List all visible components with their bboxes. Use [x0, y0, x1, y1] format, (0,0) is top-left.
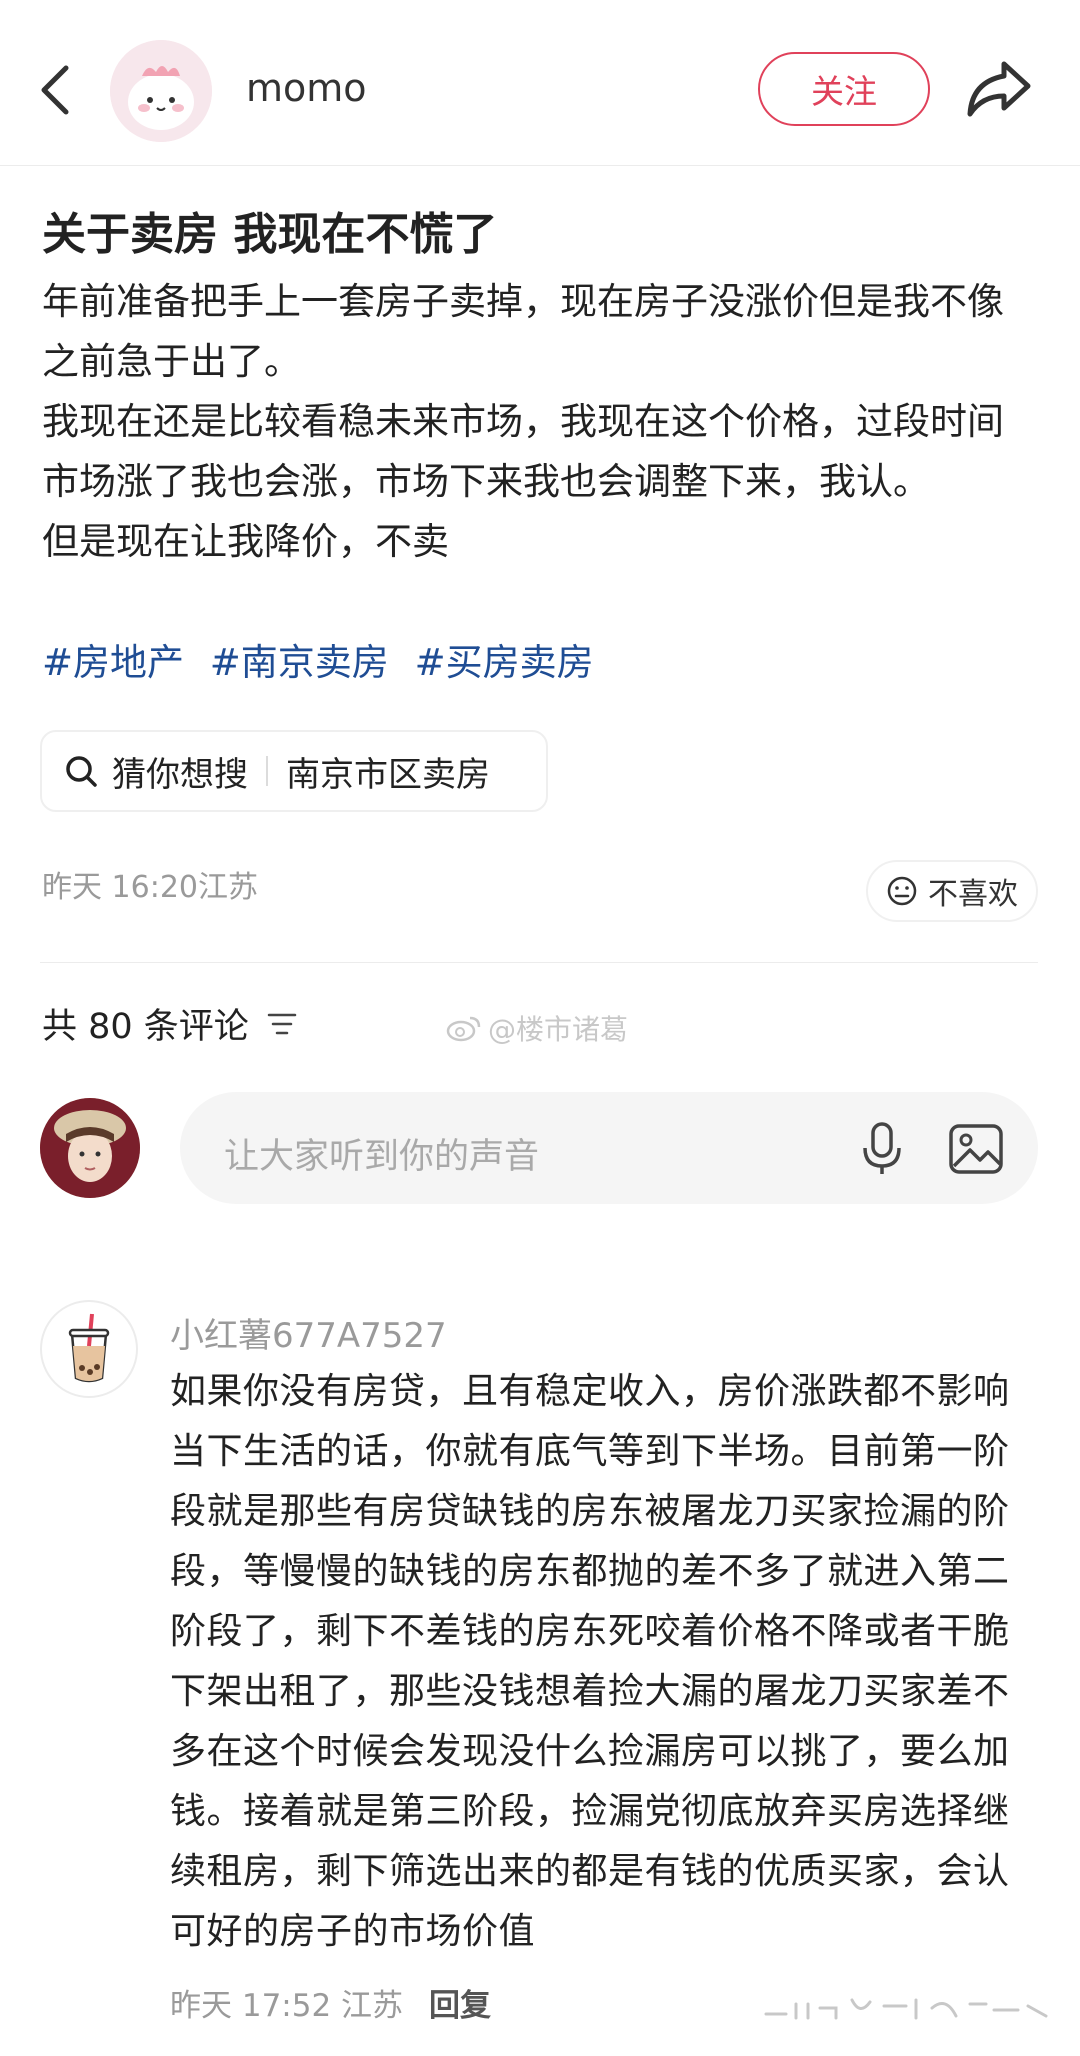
- comment-text: 如果你没有房贷，且有稳定收入，房价涨跌都不影响当下生活的话，你就有底气等到下半场…: [170, 1371, 1010, 1952]
- back-button[interactable]: [36, 62, 76, 118]
- comment-input[interactable]: 让大家听到你的声音: [180, 1092, 1038, 1204]
- watermark: @楼市诸葛: [446, 1008, 628, 1048]
- suggested-search[interactable]: 猜你想搜 南京市区卖房: [40, 730, 548, 812]
- suggest-label: 猜你想搜: [112, 754, 248, 795]
- weibo-icon: [446, 1016, 481, 1042]
- comment-time: 昨天 17:52 江苏: [170, 1988, 404, 2024]
- dislike-button[interactable]: 不喜欢: [866, 860, 1038, 922]
- commenter-username[interactable]: 小红薯677A7527: [170, 1308, 447, 1357]
- neutral-face-icon: [887, 876, 917, 906]
- comment-count-label: 共 80 条评论: [42, 1007, 249, 1047]
- post-paragraph: 但是现在让我降价，不卖: [42, 520, 449, 563]
- author-avatar[interactable]: [110, 40, 212, 142]
- current-user-avatar-image: [40, 1098, 140, 1198]
- dislike-label: 不喜欢: [928, 877, 1018, 912]
- post-timestamp-location: 昨天 16:20江苏: [42, 870, 258, 905]
- share-button[interactable]: [964, 56, 1034, 122]
- author-name[interactable]: momo: [246, 66, 367, 110]
- post-paragraph: 年前准备把手上一套房子卖掉，现在房子没涨价但是我不像之前急于出了。: [42, 280, 1004, 383]
- microphone-icon[interactable]: [856, 1120, 908, 1178]
- bubble-tea-avatar-image: [68, 1313, 110, 1383]
- sort-filter-icon[interactable]: [267, 1011, 297, 1037]
- image-icon[interactable]: [946, 1120, 1006, 1178]
- suggest-divider: [266, 756, 268, 786]
- comment-meta: 昨天 17:52 江苏 回复: [170, 1980, 491, 2025]
- reply-button[interactable]: 回复: [429, 1980, 491, 2025]
- follow-button[interactable]: 关注: [758, 52, 930, 126]
- top-bar: momo 关注: [0, 0, 1080, 166]
- share-arrow-icon: [967, 61, 1031, 117]
- chevron-left-icon: [41, 65, 69, 115]
- current-user-avatar[interactable]: [40, 1098, 140, 1198]
- author-avatar-image: [110, 40, 212, 142]
- suggest-query: 南京市区卖房: [286, 754, 490, 795]
- post-tags: #房地产 #南京卖房 #买房卖房: [42, 632, 608, 686]
- post-body: 年前准备把手上一套房子卖掉，现在房子没涨价但是我不像之前急于出了。 我现在还是比…: [42, 272, 1022, 572]
- commenter-avatar[interactable]: [40, 1300, 138, 1398]
- comment-input-placeholder: 让大家听到你的声音: [224, 1137, 540, 1177]
- post-detail-page: momo 关注 关于卖房 我现在不慌了 年前准备把手上一套房子卖掉，现在房子没涨…: [0, 0, 1080, 2056]
- comment-count: 共 80 条评论: [42, 998, 297, 1049]
- divider: [40, 962, 1038, 963]
- watermark-scribble: [764, 1998, 1048, 2020]
- tag-link[interactable]: #房地产: [42, 641, 184, 684]
- post-title: 关于卖房 我现在不慌了: [42, 209, 498, 260]
- post-paragraph: 我现在还是比较看稳未来市场，我现在这个价格，过段时间市场涨了我也会涨，市场下来我…: [42, 400, 1004, 503]
- search-icon: [66, 756, 97, 787]
- tag-link[interactable]: #南京卖房: [210, 641, 389, 684]
- watermark-text: @楼市诸葛: [488, 1013, 629, 1046]
- tag-link[interactable]: #买房卖房: [415, 641, 594, 684]
